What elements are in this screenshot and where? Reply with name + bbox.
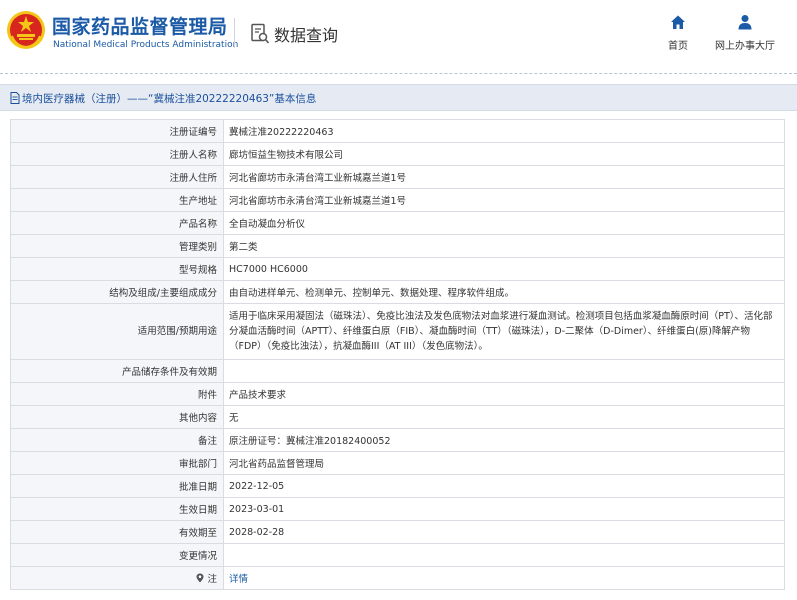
table-row: 审批部门 河北省药品监督管理局 (10, 451, 785, 475)
table-row: 注册人住所 河北省廊坊市永清台湾工业新城嘉兰道1号 (10, 165, 785, 189)
field-value: 2028-02-28 (223, 520, 785, 544)
note-label-cell: 注 (10, 566, 224, 590)
nav-online-hall[interactable]: 网上办事大厅 (712, 14, 778, 53)
field-value: 2022-12-05 (223, 474, 785, 498)
field-label: 注册证编号 (10, 119, 224, 143)
national-emblem-icon[interactable] (6, 10, 46, 50)
field-label: 注 (207, 574, 217, 585)
table-row: 注册人名称 廊坊恒益生物技术有限公司 (10, 142, 785, 166)
table-row: 批准日期 2022-12-05 (10, 474, 785, 498)
field-label: 注册人名称 (10, 142, 224, 166)
field-value: 第二类 (223, 234, 785, 258)
field-value: 适用于临床采用凝固法（磁珠法）、免疫比浊法及发色底物法对血浆进行凝血测试。检测项… (223, 303, 785, 360)
breadcrumb-text: 境内医疗器械（注册）——“冀械注准20222220463”基本信息 (22, 93, 317, 105)
field-label: 结构及组成/主要组成成分 (10, 280, 224, 304)
nav-online-hall-label: 网上办事大厅 (715, 41, 775, 52)
field-value (223, 543, 785, 567)
home-icon (671, 15, 685, 29)
field-value (223, 359, 785, 383)
table-row: 产品储存条件及有效期 (10, 359, 785, 383)
field-label: 审批部门 (10, 451, 224, 475)
table-row: 注册证编号 冀械注准20222220463 (10, 119, 785, 143)
field-label: 批准日期 (10, 474, 224, 498)
field-value: 产品技术要求 (223, 382, 785, 406)
header-dotted-divider (0, 73, 797, 74)
field-value: 2023-03-01 (223, 497, 785, 521)
document-icon (10, 92, 20, 104)
nav-home[interactable]: 首页 (660, 14, 696, 53)
table-row: 附件 产品技术要求 (10, 382, 785, 406)
site-subtitle: National Medical Products Administration (53, 40, 239, 50)
registration-detail-table: 注册证编号 冀械注准20222220463 注册人名称 廊坊恒益生物技术有限公司… (10, 119, 785, 590)
table-row: 生产地址 河北省廊坊市永清台湾工业新城嘉兰道1号 (10, 188, 785, 212)
field-label: 适用范围/预期用途 (10, 303, 224, 360)
data-query-label: 数据查询 (274, 26, 339, 45)
location-pin-icon (196, 573, 204, 583)
field-label: 产品储存条件及有效期 (10, 359, 224, 383)
table-row: 管理类别 第二类 (10, 234, 785, 258)
field-value: HC7000 HC6000 (223, 257, 785, 281)
field-value: 详情 (223, 566, 785, 590)
field-label: 产品名称 (10, 211, 224, 235)
table-row: 其他内容 无 (10, 405, 785, 429)
details-link[interactable]: 详情 (229, 574, 248, 585)
table-row: 适用范围/预期用途 适用于临床采用凝固法（磁珠法）、免疫比浊法及发色底物法对血浆… (10, 303, 785, 360)
field-label: 型号规格 (10, 257, 224, 281)
field-label: 变更情况 (10, 543, 224, 567)
table-row: 产品名称 全自动凝血分析仪 (10, 211, 785, 235)
document-search-icon (251, 23, 270, 44)
field-value: 原注册证号：冀械注准20182400052 (223, 428, 785, 452)
field-value: 冀械注准20222220463 (223, 119, 785, 143)
field-label: 生效日期 (10, 497, 224, 521)
field-label: 其他内容 (10, 405, 224, 429)
user-icon (738, 15, 752, 30)
field-value: 河北省药品监督管理局 (223, 451, 785, 475)
field-label: 管理类别 (10, 234, 224, 258)
field-value: 全自动凝血分析仪 (223, 211, 785, 235)
table-row: 变更情况 (10, 543, 785, 567)
data-query-title[interactable]: 数据查询 (250, 20, 338, 48)
field-label: 附件 (10, 382, 224, 406)
table-row: 有效期至 2028-02-28 (10, 520, 785, 544)
field-value: 廊坊恒益生物技术有限公司 (223, 142, 785, 166)
table-row: 结构及组成/主要组成成分 由自动进样单元、检测单元、控制单元、数据处理、程序软件… (10, 280, 785, 304)
header-divider (234, 18, 235, 48)
site-header: 国家药品监督管理局 National Medical Products Admi… (0, 0, 797, 70)
field-label: 有效期至 (10, 520, 224, 544)
table-row: 备注 原注册证号：冀械注准20182400052 (10, 428, 785, 452)
field-label: 备注 (10, 428, 224, 452)
field-value: 无 (223, 405, 785, 429)
nav-home-label: 首页 (668, 41, 688, 52)
breadcrumb: 境内医疗器械（注册）——“冀械注准20222220463”基本信息 (0, 84, 797, 111)
table-row: 生效日期 2023-03-01 (10, 497, 785, 521)
field-value: 由自动进样单元、检测单元、控制单元、数据处理、程序软件组成。 (223, 280, 785, 304)
table-row: 注 详情 (10, 566, 785, 590)
field-value: 河北省廊坊市永清台湾工业新城嘉兰道1号 (223, 165, 785, 189)
site-title[interactable]: 国家药品监督管理局 (52, 12, 228, 39)
field-label: 注册人住所 (10, 165, 224, 189)
table-row: 型号规格 HC7000 HC6000 (10, 257, 785, 281)
field-label: 生产地址 (10, 188, 224, 212)
field-value: 河北省廊坊市永清台湾工业新城嘉兰道1号 (223, 188, 785, 212)
